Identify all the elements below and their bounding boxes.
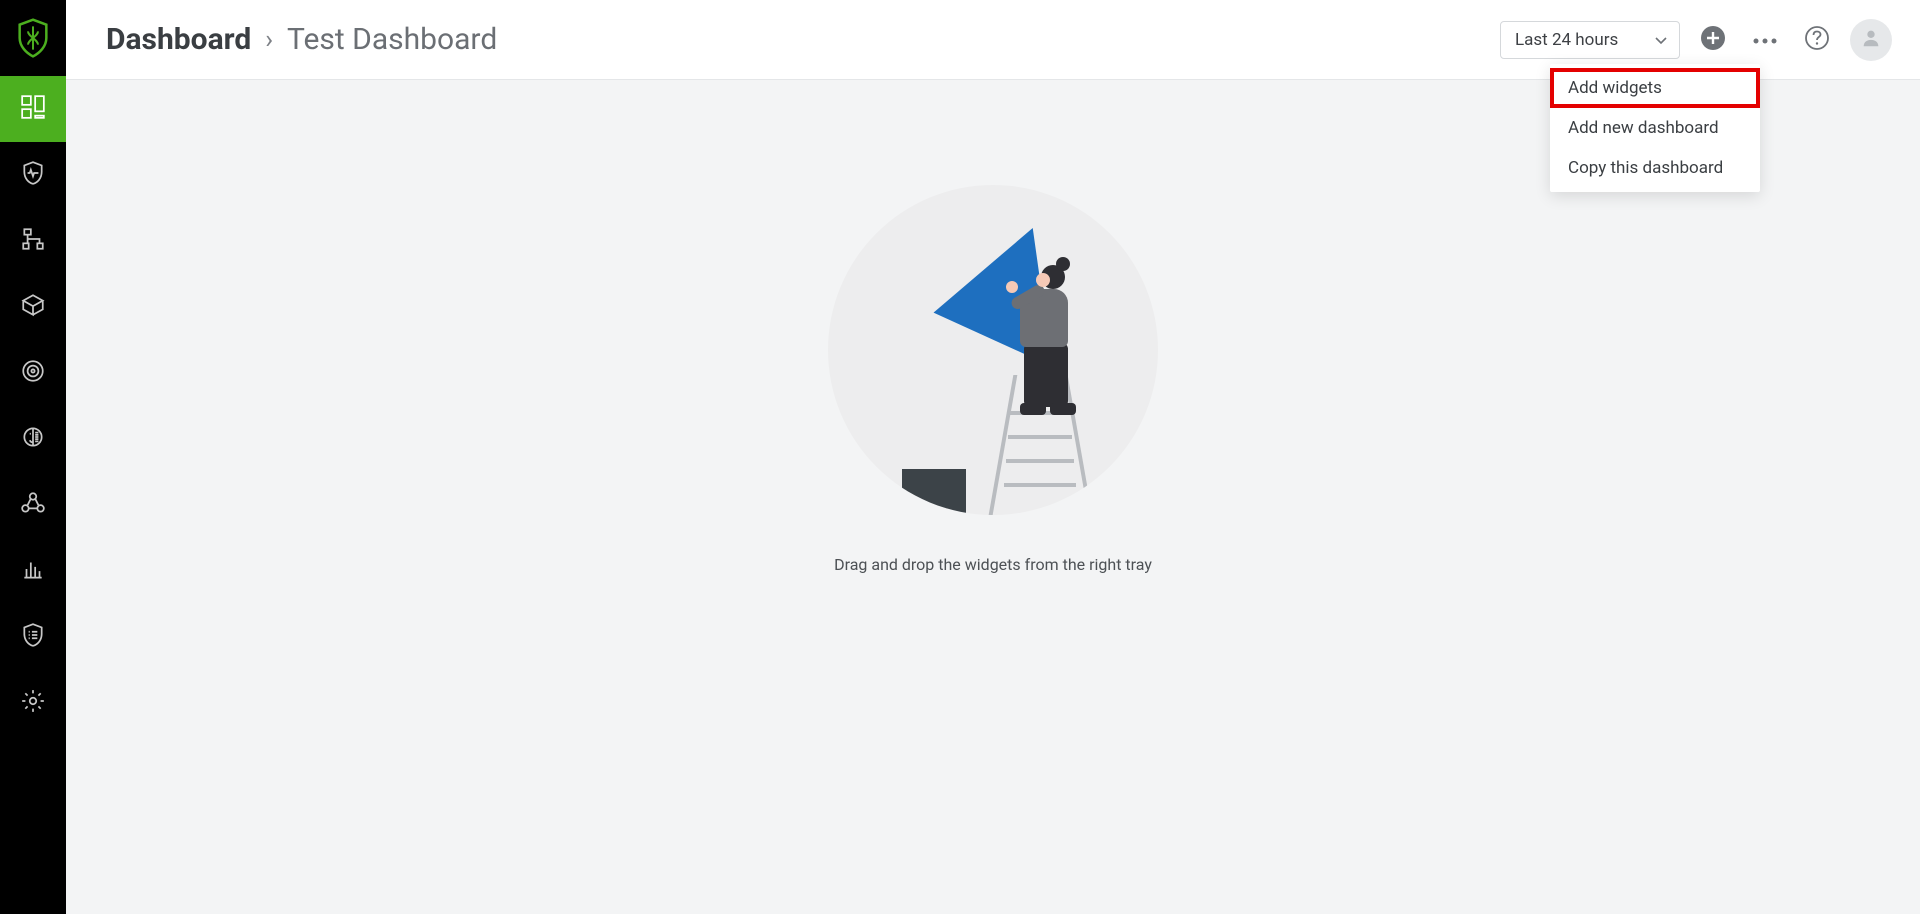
face-icon (20, 424, 46, 454)
content: Drag and drop the widgets from the right… (66, 80, 1920, 914)
add-menu-dropdown: Add widgets Add new dashboard Copy this … (1550, 64, 1760, 192)
plus-circle-icon (1699, 24, 1727, 56)
target-icon (20, 358, 46, 388)
empty-state-hint: Drag and drop the widgets from the right… (834, 555, 1152, 574)
main: Dashboard › Test Dashboard Last 24 hours (66, 0, 1920, 914)
sidebar (0, 0, 66, 914)
menu-item-copy-this-dashboard[interactable]: Copy this dashboard (1550, 148, 1760, 188)
breadcrumb-current: Test Dashboard (287, 22, 497, 57)
help-icon (1804, 25, 1830, 55)
sidebar-item-checklist[interactable] (0, 604, 66, 670)
brand-logo (0, 0, 66, 76)
breadcrumb: Dashboard › Test Dashboard (106, 22, 497, 57)
sidebar-item-packages[interactable] (0, 274, 66, 340)
sidebar-item-topology[interactable] (0, 208, 66, 274)
time-range-label: Last 24 hours (1515, 30, 1618, 50)
connections-icon (20, 490, 46, 520)
time-range-select[interactable]: Last 24 hours (1500, 21, 1680, 59)
help-button[interactable] (1798, 21, 1836, 59)
dashboard-icon (20, 94, 46, 124)
bar-chart-icon (20, 556, 46, 586)
empty-state-illustration (828, 185, 1158, 515)
breadcrumb-root[interactable]: Dashboard (106, 22, 251, 57)
add-button[interactable] (1694, 21, 1732, 59)
sidebar-item-dashboard[interactable] (0, 76, 66, 142)
tree-icon (20, 226, 46, 256)
menu-item-add-new-dashboard[interactable]: Add new dashboard (1550, 108, 1760, 148)
ellipsis-icon (1752, 30, 1778, 49)
chevron-right-icon: › (265, 25, 273, 55)
sidebar-item-integrations[interactable] (0, 472, 66, 538)
caret-down-icon (1655, 30, 1667, 50)
sidebar-item-radar[interactable] (0, 340, 66, 406)
more-button[interactable] (1746, 21, 1784, 59)
shield-list-icon (20, 622, 46, 652)
shield-pulse-icon (20, 160, 46, 190)
person-icon (1860, 27, 1882, 53)
sidebar-item-security[interactable] (0, 142, 66, 208)
sidebar-item-settings[interactable] (0, 670, 66, 736)
sidebar-item-analytics[interactable] (0, 538, 66, 604)
cube-icon (20, 292, 46, 322)
menu-item-add-widgets[interactable]: Add widgets (1550, 68, 1760, 108)
header: Dashboard › Test Dashboard Last 24 hours (66, 0, 1920, 80)
user-avatar[interactable] (1850, 19, 1892, 61)
gear-icon (20, 688, 46, 718)
sidebar-item-identity[interactable] (0, 406, 66, 472)
